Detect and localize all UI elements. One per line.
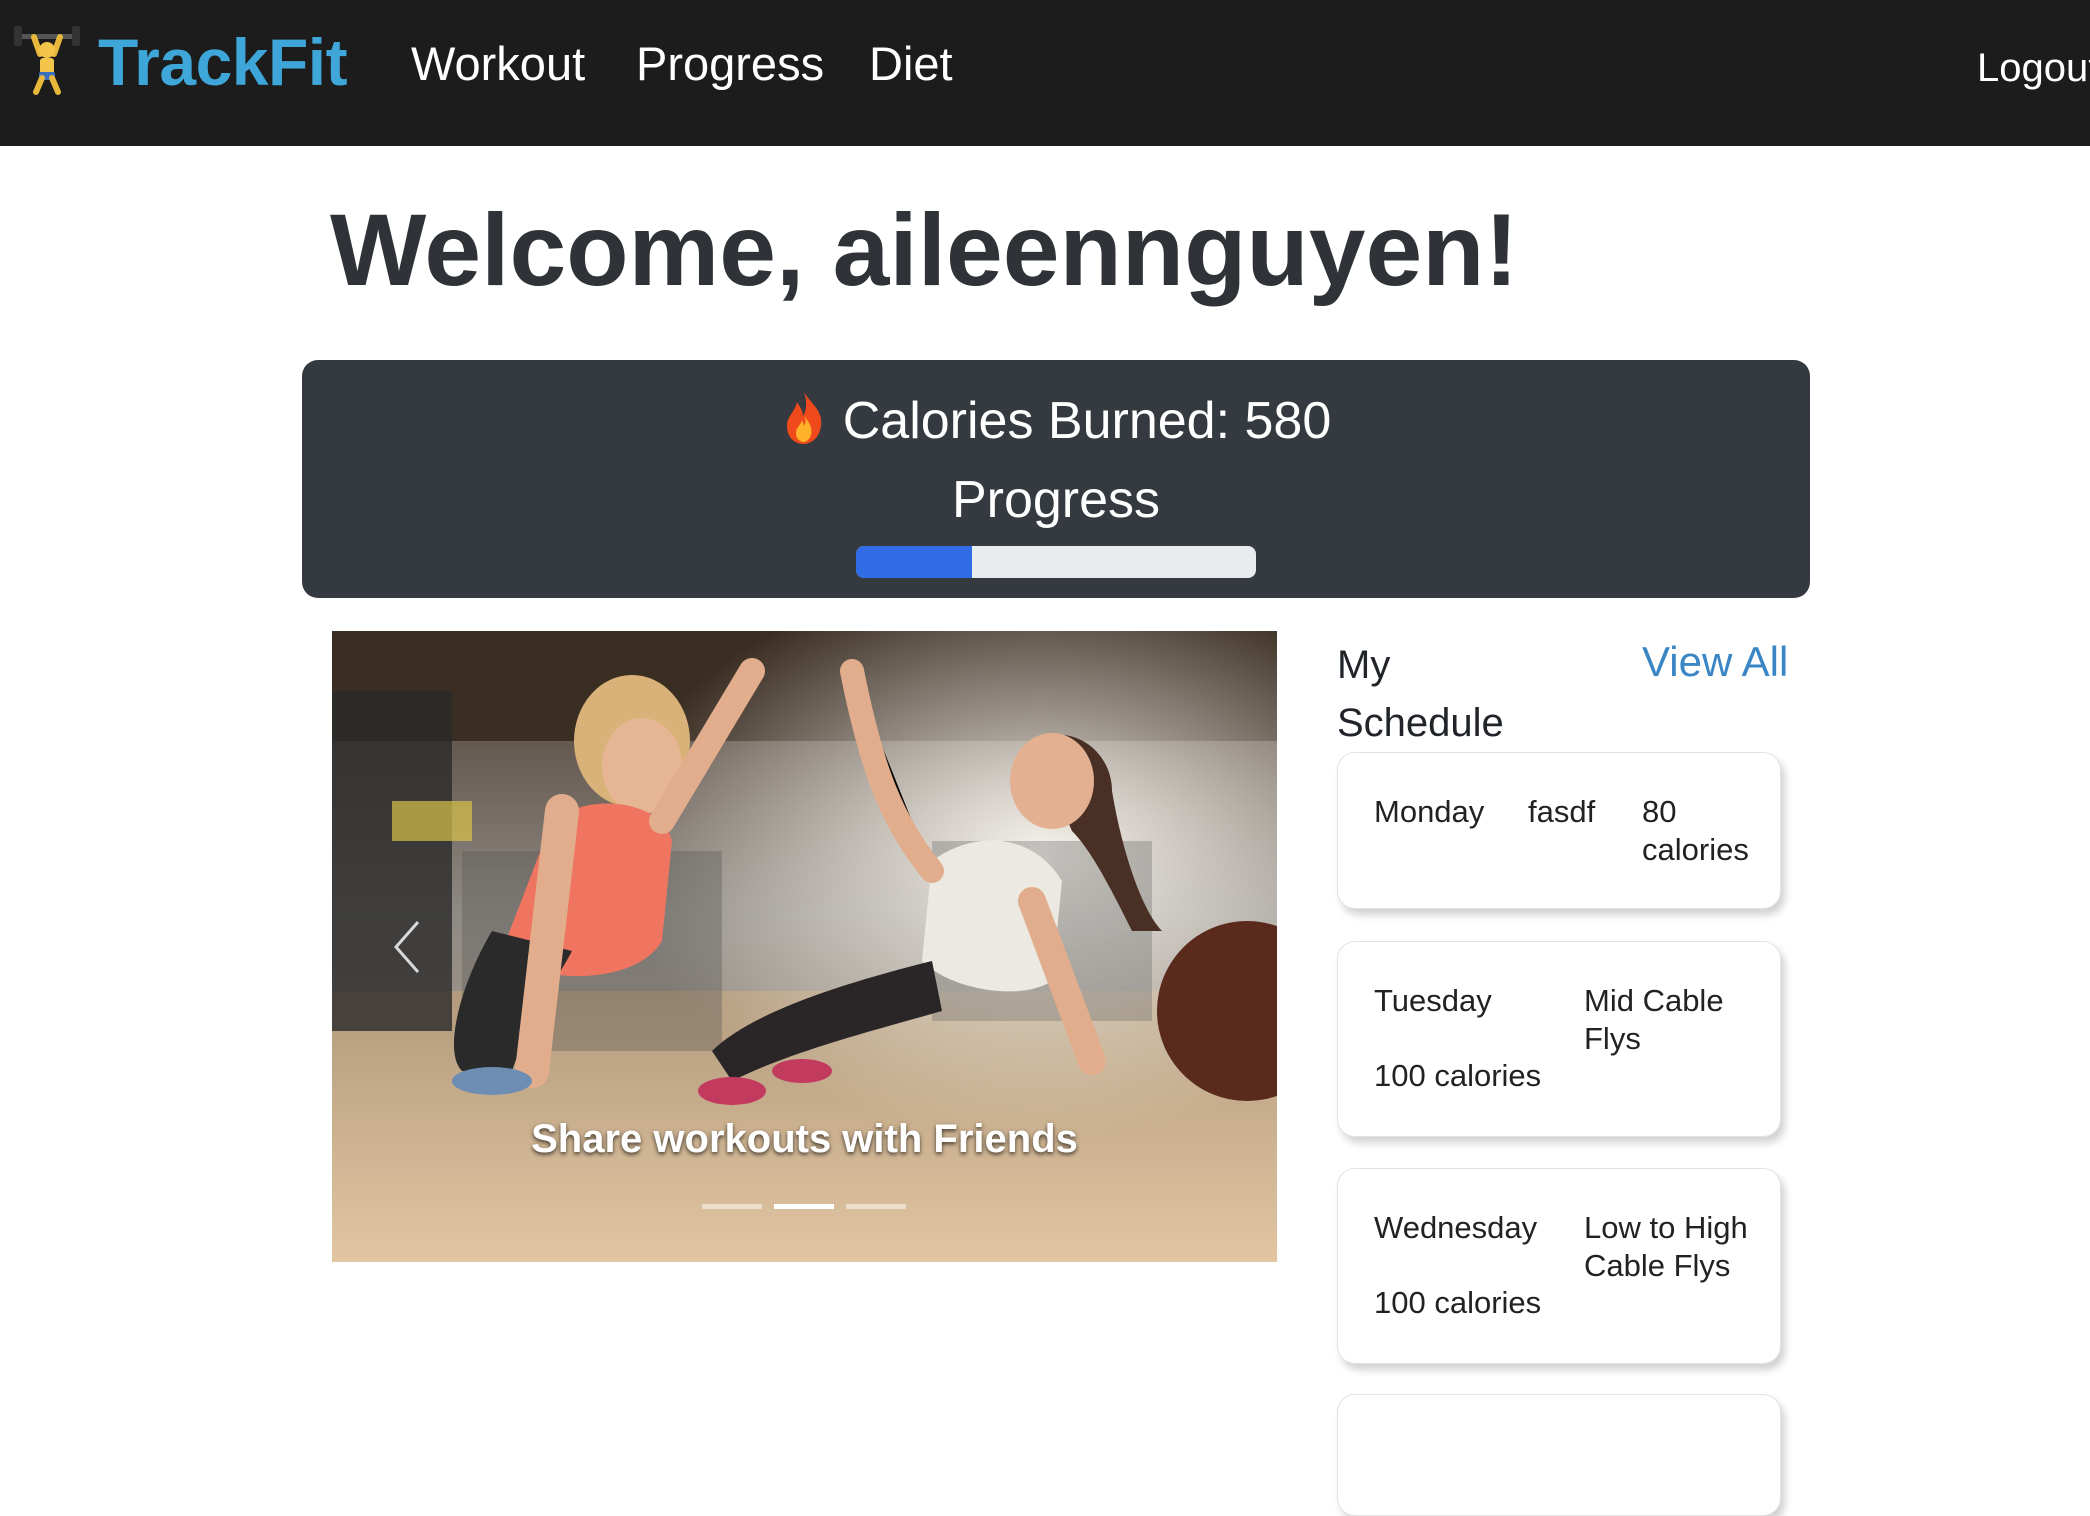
carousel-caption: Share workouts with Friends: [531, 1117, 1078, 1161]
progress-bar-fill: [856, 546, 972, 578]
schedule-day: Wednesday: [1374, 1210, 1538, 1245]
brand[interactable]: TrackFit: [12, 18, 348, 99]
schedule-title: My Schedule: [1337, 643, 1504, 745]
schedule-day: Tuesday: [1374, 983, 1492, 1018]
schedule-workout: Low to High Cable Flys: [1584, 1210, 1748, 1283]
schedule-card[interactable]: Tuesday Mid Cable Flys 100 calories: [1337, 941, 1781, 1137]
calories-panel: Calories Burned: 580 Progress: [302, 360, 1810, 598]
nav-progress[interactable]: Progress: [636, 36, 824, 91]
progress-label: Progress: [951, 471, 1161, 529]
schedule-card[interactable]: Wednesday Low to High Cable Flys 100 cal…: [1337, 1168, 1781, 1364]
carousel-indicators: [702, 1204, 906, 1209]
calories-line: Calories Burned: 580: [302, 390, 1810, 451]
top-navbar: TrackFit Workout Progress Diet Logout: [0, 0, 2090, 146]
nav-workout[interactable]: Workout: [411, 36, 585, 91]
progress-bar: [856, 546, 1256, 578]
schedule-workout: fasdf: [1528, 794, 1596, 829]
carousel-prev-icon[interactable]: [388, 917, 428, 977]
schedule-card[interactable]: Monday fasdf 80 calories: [1337, 752, 1781, 909]
schedule-calories: 80 calories: [1642, 794, 1749, 867]
fire-icon: [786, 392, 821, 444]
carousel-indicator[interactable]: [774, 1204, 834, 1209]
workout-photo: [332, 631, 1277, 1262]
schedule-calories: 100 calories: [1374, 1058, 1542, 1093]
schedule-calories: 100 calories: [1374, 1285, 1542, 1320]
calories-burned-text: Calories Burned: 580: [842, 392, 1332, 450]
brand-name[interactable]: TrackFit: [98, 24, 348, 100]
nav-logout[interactable]: Logout: [1977, 46, 2090, 91]
carousel-indicator[interactable]: [846, 1204, 906, 1209]
image-carousel[interactable]: Share workouts with Friends: [332, 631, 1277, 1262]
carousel-indicator[interactable]: [702, 1204, 762, 1209]
weightlifter-icon: [14, 26, 80, 95]
schedule-workout: Mid Cable Flys: [1584, 983, 1724, 1056]
schedule-card[interactable]: [1337, 1394, 1781, 1516]
nav-diet[interactable]: Diet: [869, 36, 953, 91]
view-all-link[interactable]: View All: [1642, 638, 1788, 686]
page-title: Welcome, aileennguyen!: [330, 193, 1519, 307]
schedule-day: Monday: [1374, 794, 1485, 829]
